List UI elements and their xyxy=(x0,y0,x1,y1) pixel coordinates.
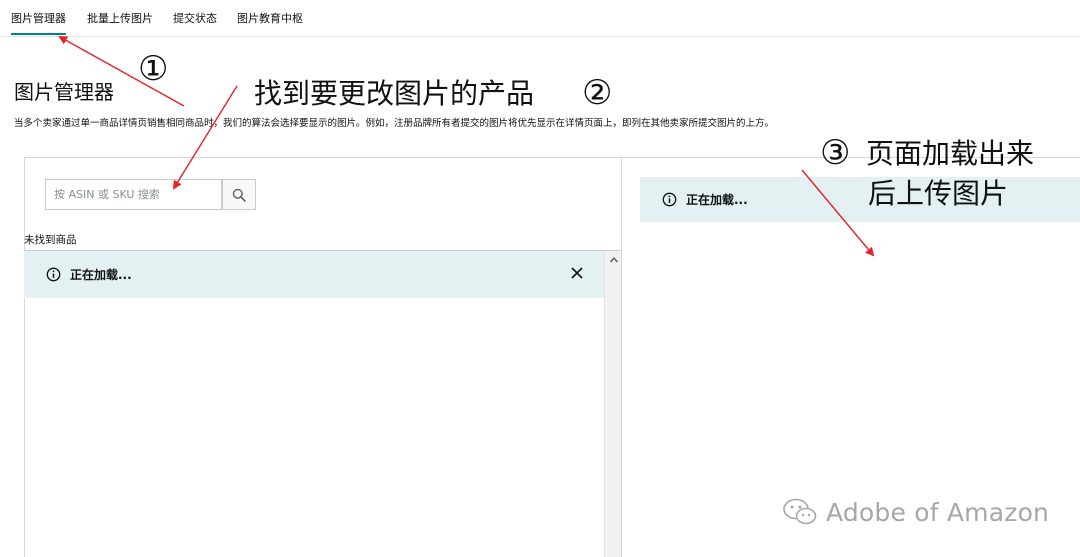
page-description: 当多个卖家通过单一商品详情页销售相同商品时，我们的算法会选择要显示的图片。例如，… xyxy=(14,118,775,129)
loading-alert-left: 正在加载... xyxy=(24,251,604,298)
search-input[interactable] xyxy=(45,179,222,210)
annotation-step-2-text: 找到要更改图片的产品 xyxy=(254,77,535,110)
page-title: 图片管理器 xyxy=(14,80,114,104)
scroll-up-icon[interactable] xyxy=(609,255,619,265)
product-list: 正在加载... xyxy=(24,250,622,557)
watermark-text: Adobe of Amazon xyxy=(826,497,1050,527)
top-tab-bar: 图片管理器 批量上传图片 提交状态 图片教育中枢 xyxy=(0,0,1080,37)
tab-image-education-hub[interactable]: 图片教育中枢 xyxy=(237,10,303,26)
loading-alert-right: 正在加载... xyxy=(640,177,1080,222)
annotation-step-1: ① xyxy=(138,49,169,89)
annotation-step-3: ③ xyxy=(820,133,851,173)
no-products-message: 未找到商品 xyxy=(24,234,77,246)
list-scrollbar[interactable] xyxy=(604,251,622,557)
info-icon xyxy=(662,192,677,207)
watermark: Adobe of Amazon xyxy=(782,497,1049,527)
close-icon[interactable] xyxy=(570,266,584,280)
loading-text: 正在加载... xyxy=(686,193,748,207)
annotation-step-2: ② xyxy=(582,73,613,113)
tab-image-manager[interactable]: 图片管理器 xyxy=(11,10,66,35)
tab-bulk-upload[interactable]: 批量上传图片 xyxy=(87,10,153,26)
search-button[interactable] xyxy=(222,179,256,210)
annotation-step-3-line-2: 后上传图片 xyxy=(868,177,1009,210)
info-icon xyxy=(46,267,61,282)
tab-submission-status[interactable]: 提交状态 xyxy=(173,10,217,26)
wechat-icon xyxy=(783,498,817,525)
loading-text: 正在加载... xyxy=(70,268,132,282)
search-icon xyxy=(232,188,246,202)
annotation-step-3-line-1: 页面加载出来 xyxy=(866,137,1035,170)
